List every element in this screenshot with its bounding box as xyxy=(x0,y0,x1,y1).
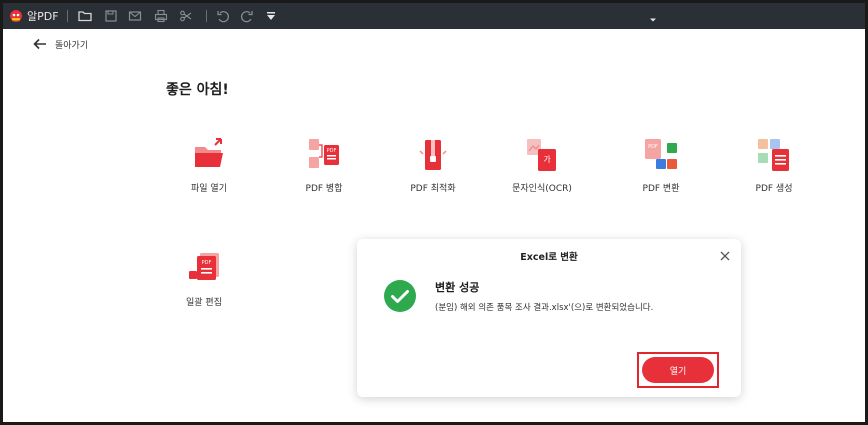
tool-ocr[interactable]: 가 문자인식(OCR) xyxy=(497,137,587,194)
tool-pdf-merge[interactable]: PDF PDF 병합 xyxy=(279,137,369,194)
tool-pdf-convert[interactable]: PDF PDF 변환 xyxy=(616,137,706,194)
dropdown-arrow-icon[interactable] xyxy=(263,8,279,24)
tool-pdf-create[interactable]: PDF 생성 xyxy=(729,137,819,194)
svg-text:PDF: PDF xyxy=(202,260,212,266)
toolbar-separator xyxy=(67,10,68,22)
pdf-compress-icon xyxy=(415,137,451,173)
close-icon[interactable] xyxy=(719,247,731,261)
success-heading: 변환 성공 xyxy=(435,281,480,294)
tool-label: PDF 병합 xyxy=(305,184,343,194)
folder-icon[interactable] xyxy=(77,8,93,24)
tool-open-file[interactable]: 파일 열기 xyxy=(164,137,254,194)
pdf-convert-icon: PDF xyxy=(643,137,679,173)
mail-icon[interactable] xyxy=(127,8,143,24)
scissors-icon[interactable] xyxy=(178,8,194,24)
svg-text:PDF: PDF xyxy=(327,148,337,154)
back-label: 돌아가기 xyxy=(55,40,89,51)
dialog-title: Excel로 변환 xyxy=(520,252,578,263)
tool-pdf-optimize[interactable]: PDF 최적화 xyxy=(388,137,478,194)
tool-label: PDF 변환 xyxy=(642,184,680,194)
app-window: 알PDF 돌아가기 좋은 아침! 파일 열기 PDF PDF 병합 PDF 최적… xyxy=(0,0,868,425)
app-name: 알PDF xyxy=(27,10,59,23)
arrow-left-icon xyxy=(33,38,46,50)
batch-edit-icon: PDF xyxy=(186,251,222,287)
tool-label: 일괄 편집 xyxy=(186,298,222,308)
check-circle-icon xyxy=(383,279,417,313)
pdf-create-icon xyxy=(756,137,792,173)
back-button[interactable]: 돌아가기 xyxy=(33,37,88,51)
tool-label: PDF 생성 xyxy=(755,184,793,194)
page-title: 좋은 아침! xyxy=(166,82,229,98)
open-button[interactable]: 열기 xyxy=(642,357,714,383)
success-message: (분임) 해외 의존 품목 조사 결과.xlsx'(으)로 변환되었습니다. xyxy=(435,303,654,313)
toolbar-separator xyxy=(206,10,207,22)
pdf-merge-icon: PDF xyxy=(306,137,342,173)
print-icon[interactable] xyxy=(153,8,169,24)
ocr-icon: 가 xyxy=(524,137,560,173)
tool-label: 파일 열기 xyxy=(191,184,227,194)
tool-batch-edit[interactable]: PDF 일괄 편집 xyxy=(159,251,249,308)
svg-text:PDF: PDF xyxy=(648,144,658,150)
conversion-dialog: Excel로 변환 변환 성공 (분임) 해외 의존 품목 조사 결과.xlsx… xyxy=(357,239,741,397)
save-icon[interactable] xyxy=(103,8,119,24)
redo-icon[interactable] xyxy=(239,8,255,24)
svg-text:가: 가 xyxy=(543,155,551,164)
undo-icon[interactable] xyxy=(215,8,231,24)
chevron-down-icon[interactable] xyxy=(648,10,658,29)
app-logo-icon xyxy=(9,8,23,22)
open-folder-icon xyxy=(191,137,227,173)
title-bar: 알PDF xyxy=(3,3,865,29)
tool-label: PDF 최적화 xyxy=(410,184,456,194)
tool-label: 문자인식(OCR) xyxy=(512,184,572,194)
